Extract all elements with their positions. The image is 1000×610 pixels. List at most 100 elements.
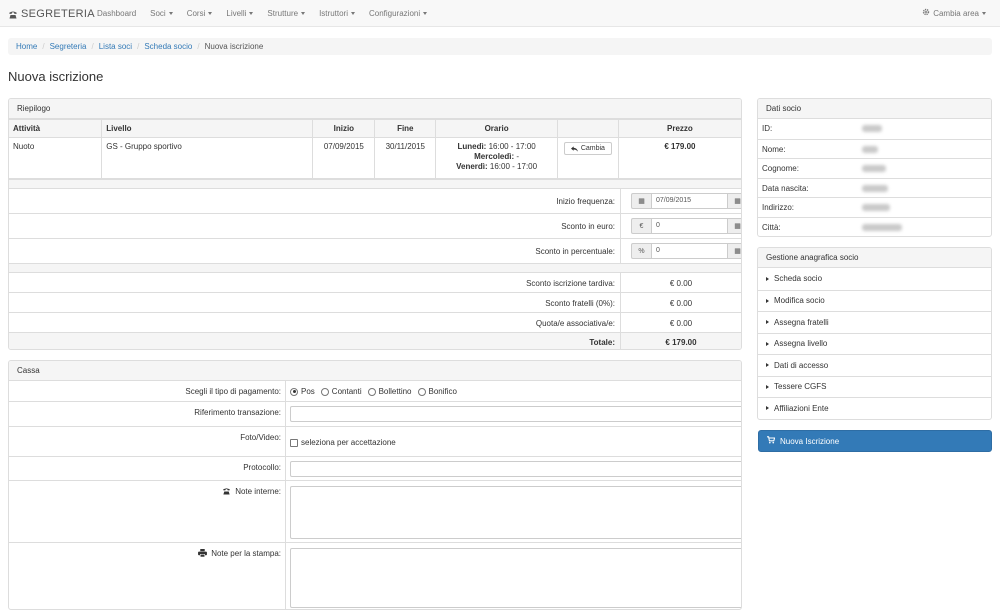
- riferimento-input[interactable]: [290, 406, 741, 422]
- breadcrumb-lista-soci[interactable]: Lista soci: [99, 42, 132, 51]
- breadcrumb-segreteria[interactable]: Segreteria: [50, 42, 87, 51]
- dati-socio-row: Cognome:: [758, 158, 991, 178]
- cell-attivita: Nuoto: [9, 137, 103, 179]
- inizio-frequenza-label: Inizio frequenza:: [556, 197, 615, 206]
- radio-bonifico[interactable]: Bonifico: [417, 387, 457, 396]
- note-stampa-textarea[interactable]: [290, 548, 741, 608]
- gestione-item-dati-di-accesso[interactable]: Dati di accesso: [758, 354, 991, 376]
- radio-contanti[interactable]: Contanti: [320, 387, 362, 396]
- note-interne-row: Note interne:: [9, 480, 741, 542]
- cell-fine: 30/11/2015: [374, 137, 437, 179]
- col-inizio: Inizio: [312, 119, 376, 138]
- nav-menu: Dashboard Soci Corsi Livelli Strutture Istrut…: [90, 0, 434, 27]
- inizio-frequenza-group: ▦ 07/09/2015 ▦: [631, 193, 741, 209]
- top-navbar: SEGRETERIA Dashboard Soci Corsi Livelli Stru…: [0, 0, 1000, 27]
- chevron-down-icon: [423, 12, 428, 16]
- pagamento-radio-group: Pos Contanti Bollettino Bonifico: [290, 387, 463, 396]
- breadcrumb-scheda-socio[interactable]: Scheda socio: [144, 42, 192, 51]
- cart-icon: [767, 436, 776, 446]
- breadcrumb: Home / Segreteria / Lista soci / Scheda soc…: [8, 38, 992, 55]
- dati-socio-row: Nome:: [758, 138, 991, 159]
- gestione-panel: Gestione anagrafica socio Scheda socio Mo…: [757, 247, 992, 420]
- phone-icon: [8, 10, 18, 19]
- redacted-value: [862, 184, 888, 192]
- sconto-euro-label: Sconto in euro:: [561, 222, 615, 231]
- sconto-euro-input[interactable]: 0: [651, 218, 728, 234]
- cell-orario: Lunedì: 16:00 - 17:00 Mercoledì: - Vener…: [435, 137, 558, 179]
- nav-item-configurazioni[interactable]: Configurazioni: [362, 0, 434, 27]
- calculator-icon[interactable]: ▦: [728, 218, 741, 234]
- caret-right-icon: [766, 363, 769, 368]
- redacted-value: [862, 165, 886, 172]
- radio-bollettino[interactable]: Bollettino: [367, 387, 412, 396]
- brand-label: SEGRETERIA: [21, 8, 95, 20]
- protocollo-input[interactable]: [290, 461, 741, 477]
- gear-icon: [922, 0, 930, 27]
- chevron-down-icon: [982, 12, 986, 15]
- note-interne-textarea[interactable]: [290, 486, 741, 539]
- inizio-frequenza-input[interactable]: 07/09/2015: [651, 193, 728, 209]
- gestione-item-modifica-socio[interactable]: Modifica socio: [758, 289, 991, 312]
- calendar-icon: ▦: [631, 193, 651, 209]
- cambia-area-label: Cambia area: [933, 9, 979, 18]
- col-action: [556, 119, 619, 138]
- sconto-perc-input[interactable]: 0: [651, 243, 728, 259]
- nav-item-corsi[interactable]: Corsi: [180, 0, 220, 27]
- nav-item-soci[interactable]: Soci: [143, 0, 180, 27]
- nav-item-dashboard[interactable]: Dashboard: [90, 0, 143, 27]
- col-livello: Livello: [101, 119, 314, 138]
- brand[interactable]: SEGRETERIA: [8, 8, 95, 20]
- gestione-item-affiliazioni-ente[interactable]: Affiliazioni Ente: [758, 397, 991, 419]
- protocollo-row: Protocollo:: [9, 456, 741, 480]
- foto-row: Foto/Video: seleziona per accettazione: [9, 426, 741, 456]
- gestione-item-assegna-fratelli[interactable]: Assegna fratelli: [758, 311, 991, 333]
- totale-label: Totale:: [589, 338, 615, 347]
- caret-right-icon: [766, 384, 769, 389]
- gestione-heading: Gestione anagrafica socio: [758, 248, 991, 268]
- col-orario: Orario: [435, 119, 558, 138]
- chevron-down-icon: [301, 12, 306, 16]
- table-row: Nuoto GS - Gruppo sportivo 07/09/2015 30…: [9, 137, 741, 179]
- cell-livello: GS - Gruppo sportivo: [101, 137, 314, 179]
- foto-checkbox[interactable]: [290, 438, 298, 447]
- col-fine: Fine: [374, 119, 437, 138]
- print-icon: [198, 549, 208, 559]
- col-prezzo: Prezzo: [617, 119, 741, 138]
- foto-check-label: seleziona per accettazione: [301, 438, 396, 447]
- redacted-value: [862, 125, 882, 132]
- cambia-button[interactable]: Cambia: [563, 142, 612, 155]
- breadcrumb-active: Nuova iscrizione: [204, 42, 264, 51]
- nav-item-strutture[interactable]: Strutture: [260, 0, 312, 27]
- radio-pos[interactable]: Pos: [290, 387, 315, 396]
- nuova-iscrizione-button[interactable]: Nuova Iscrizione: [758, 430, 992, 452]
- percent-addon: %: [631, 243, 651, 259]
- riepilogo-table: Attività Livello Inizio Fine Orario Prez…: [9, 119, 741, 179]
- totals-row-0: Sconto iscrizione tardiva: € 0.00: [9, 272, 741, 292]
- gestione-item-tessere-cgfs[interactable]: Tessere CGFS: [758, 375, 991, 398]
- cell-inizio: 07/09/2015: [312, 137, 376, 179]
- calculator-icon[interactable]: ▦: [728, 243, 741, 259]
- totals-row-2: Quota/e associativa/e: € 0.00: [9, 312, 741, 332]
- caret-right-icon: [766, 320, 769, 325]
- riepilogo-panel: Riepilogo Attività Livello Inizio Fine O…: [8, 98, 742, 350]
- breadcrumb-home[interactable]: Home: [16, 42, 37, 51]
- redacted-value: [862, 223, 902, 231]
- page-title: Nuova iscrizione: [8, 69, 104, 84]
- nav-item-istruttori[interactable]: Istruttori: [312, 0, 362, 27]
- nav-item-livelli[interactable]: Livelli: [219, 0, 260, 27]
- chevron-down-icon: [249, 12, 254, 16]
- caret-right-icon: [766, 298, 769, 303]
- dati-socio-heading: Dati socio: [758, 99, 991, 119]
- riepilogo-heading: Riepilogo: [9, 99, 741, 119]
- cambia-area-menu[interactable]: Cambia area: [922, 0, 986, 27]
- calculator-icon[interactable]: ▦: [728, 193, 741, 209]
- redacted-value: [862, 145, 878, 153]
- sconto-perc-group: % 0 ▦: [631, 243, 741, 259]
- chevron-down-icon: [168, 12, 173, 16]
- gestione-item-scheda-socio[interactable]: Scheda socio: [758, 268, 991, 290]
- col-attivita: Attività: [9, 119, 103, 138]
- gestione-item-assegna-livello[interactable]: Assegna livello: [758, 332, 991, 355]
- dati-socio-row: Data nascita:: [758, 177, 991, 198]
- euro-addon: €: [631, 218, 651, 234]
- sconto-euro-group: € 0 ▦: [631, 218, 741, 234]
